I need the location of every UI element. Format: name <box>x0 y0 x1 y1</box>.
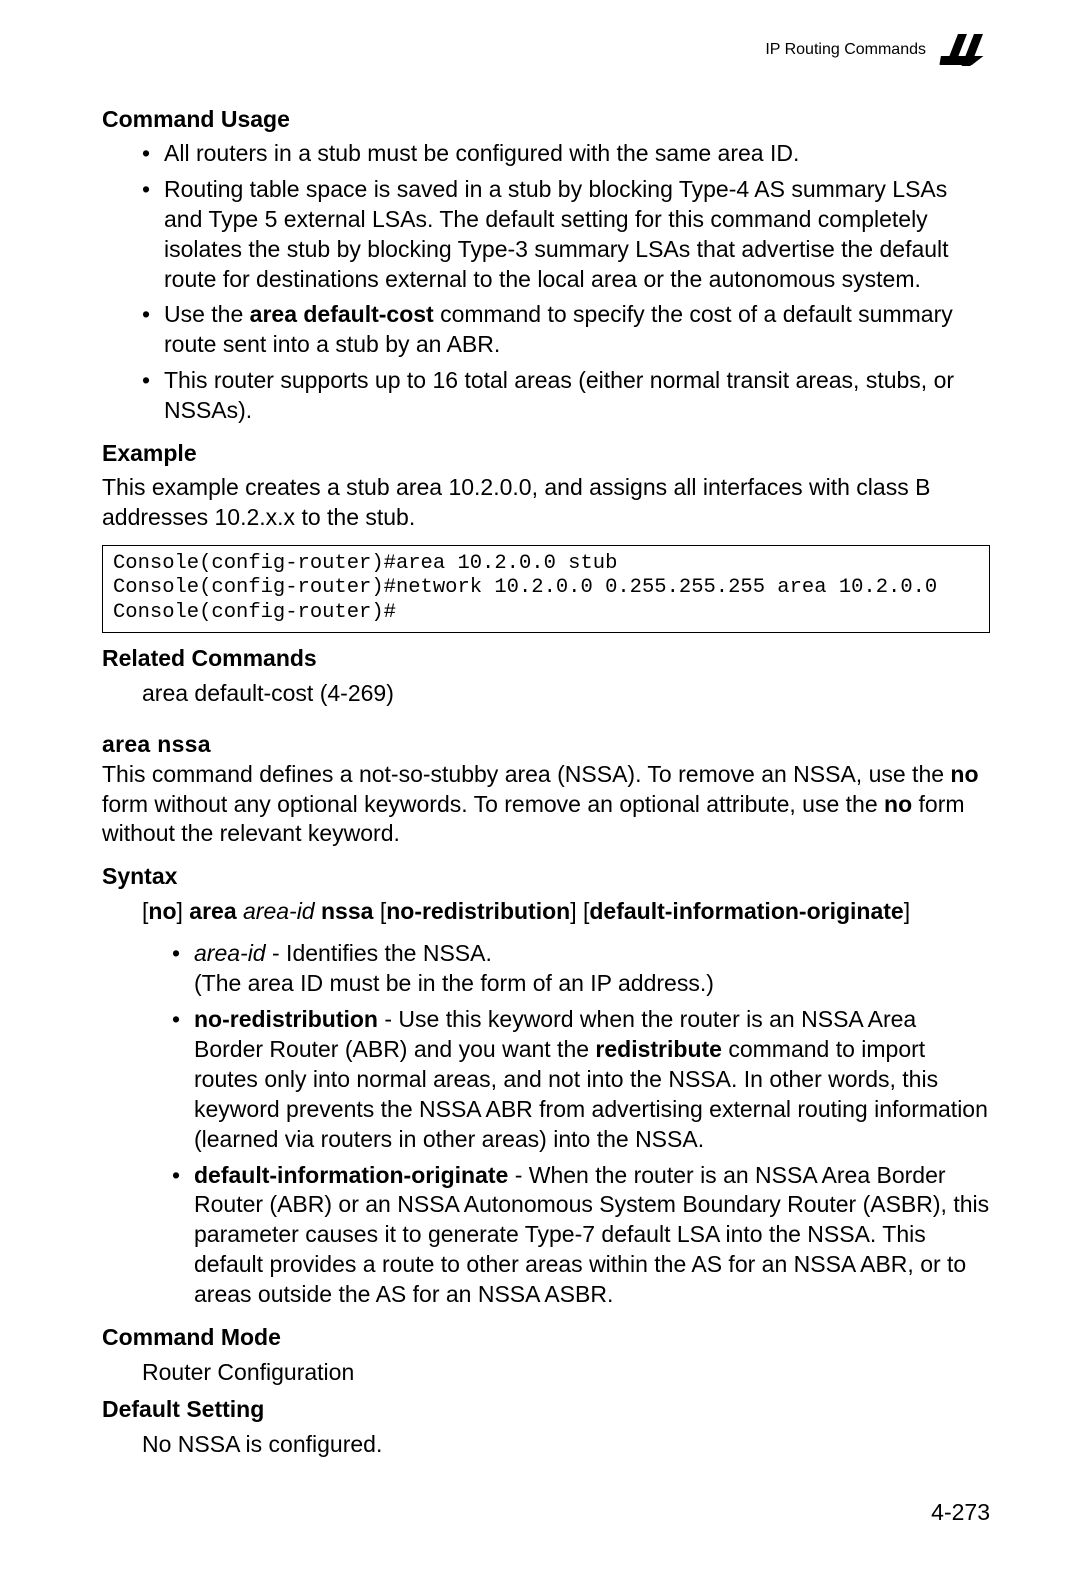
syntax-token: no <box>148 898 176 924</box>
heading-related-commands: Related Commands <box>102 645 990 672</box>
list-item-text: This router supports up to 16 total area… <box>164 367 954 423</box>
heading-command-mode: Command Mode <box>102 1324 990 1351</box>
list-item: no-redistribution - Use this keyword whe… <box>172 1005 990 1154</box>
bold-term: area default-cost <box>250 301 434 327</box>
text: form without any optional keywords. To r… <box>102 791 884 817</box>
text: This command defines a not-so-stubby are… <box>102 761 950 787</box>
syntax-params-list: area-id - Identifies the NSSA. (The area… <box>102 939 990 1310</box>
syntax-token: no-redistribution <box>386 898 570 924</box>
list-item: This router supports up to 16 total area… <box>142 366 990 426</box>
list-item: Routing table space is saved in a stub b… <box>142 175 990 295</box>
param-term: default-information-originate <box>194 1162 508 1188</box>
syntax-token: default-information-originate <box>589 898 903 924</box>
page-header: IP Routing Commands <box>102 30 990 70</box>
command-name-area-nssa: area nssa <box>102 731 990 758</box>
command-usage-list: All routers in a stub must be configured… <box>102 139 990 426</box>
bold-term: no <box>950 761 978 787</box>
list-item-text: Routing table space is saved in a stub b… <box>164 176 949 292</box>
syntax-token: ] <box>904 898 910 924</box>
list-item: default-information-originate - When the… <box>172 1161 990 1310</box>
heading-command-usage: Command Usage <box>102 106 990 133</box>
bold-term: redistribute <box>595 1036 722 1062</box>
document-page: IP Routing Commands Command Usage All ro… <box>0 0 1080 1570</box>
list-item: All routers in a stub must be configured… <box>142 139 990 169</box>
chapter-number-icon <box>938 30 993 70</box>
syntax-line: [no] area area-id nssa [no-redistributio… <box>142 896 990 927</box>
area-nssa-description: This command defines a not-so-stubby are… <box>102 760 990 850</box>
header-title: IP Routing Commands <box>765 41 926 59</box>
syntax-token: nssa <box>321 898 373 924</box>
related-command-line: area default-cost (4-269) <box>142 678 990 709</box>
code-block: Console(config-router)#area 10.2.0.0 stu… <box>102 545 990 633</box>
list-item-text: All routers in a stub must be configured… <box>164 140 799 166</box>
command-mode-value: Router Configuration <box>142 1357 990 1388</box>
heading-default-setting: Default Setting <box>102 1396 990 1423</box>
page-number: 4-273 <box>931 1499 990 1526</box>
param-desc: - Identifies the NSSA. (The area ID must… <box>194 940 714 996</box>
bold-term: no <box>884 791 912 817</box>
heading-example: Example <box>102 440 990 467</box>
list-item: area-id - Identifies the NSSA. (The area… <box>172 939 990 999</box>
syntax-token: area-id <box>243 898 315 924</box>
syntax-token: area <box>189 898 236 924</box>
syntax-token: ] <box>177 898 190 924</box>
list-item-text-pre: Use the <box>164 301 250 327</box>
param-term: no-redistribution <box>194 1006 378 1032</box>
param-term: area-id <box>194 940 266 966</box>
syntax-token: ] <box>570 898 583 924</box>
default-setting-value: No NSSA is configured. <box>142 1429 990 1460</box>
example-description: This example creates a stub area 10.2.0.… <box>102 473 990 533</box>
heading-syntax: Syntax <box>102 863 990 890</box>
list-item: Use the area default-cost command to spe… <box>142 300 990 360</box>
